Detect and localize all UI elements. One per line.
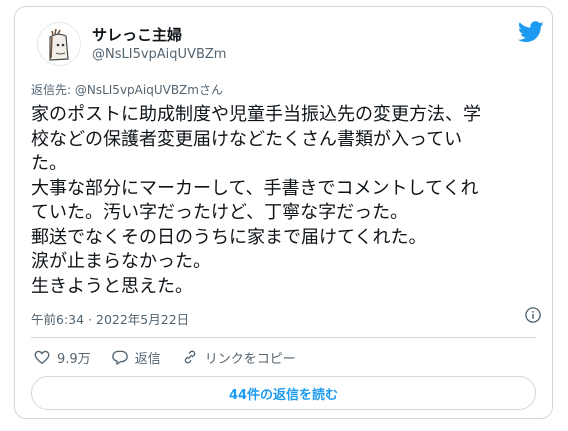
reply-label: 返信 — [134, 351, 161, 367]
like-count: 9.9万 — [57, 351, 91, 367]
avatar[interactable] — [37, 22, 81, 66]
avatar-illustration-icon — [38, 23, 80, 65]
tweet-line: 涙が止まらなかった。 — [31, 251, 211, 272]
tweet-line: ていた。汚い字だったけど、丁寧な字だった。 — [31, 202, 409, 223]
twitter-bird-icon[interactable] — [518, 21, 544, 43]
divider — [31, 337, 536, 338]
display-name[interactable]: サレっこ主婦 — [92, 24, 182, 45]
tweet-text: 家のポストに助成制度や児童手当振込先の変更方法、学 校などの保護者変更届けなどた… — [31, 103, 541, 299]
tweet-line: 郵送でなくその日のうちに家まで届けてくれた。 — [31, 226, 427, 248]
reply-button[interactable]: 返信 — [111, 348, 161, 367]
heart-icon — [34, 350, 50, 365]
reply-icon — [111, 350, 128, 366]
tweet-card: サレっこ主婦 @NsLI5vpAiqUVBZm 返信先: @NsLI5vpAiq… — [14, 6, 553, 419]
copy-link-label: リンクをコピー — [204, 351, 296, 367]
tweet-line: 生きようと思えた。 — [31, 275, 193, 297]
copy-link-button[interactable]: リンクをコピー — [181, 348, 296, 367]
user-handle[interactable]: @NsLI5vpAiqUVBZm — [92, 47, 226, 62]
like-button[interactable]: 9.9万 — [33, 348, 91, 367]
tweet-line: 家のポストに助成制度や児童手当振込先の変更方法、学 — [31, 104, 481, 125]
tweet-line: 校などの保護者変更届けなどたくさん書類が入ってい — [31, 128, 463, 150]
info-icon[interactable] — [524, 306, 542, 324]
link-icon — [184, 350, 195, 364]
tweet-line: 大事な部分にマーカーして、手書きでコメントしてくれ — [31, 177, 479, 199]
action-bar: 9.9万 返信 リンクをコピー — [33, 346, 316, 368]
reply-to-text: 返信先: @NsLI5vpAiqUVBZmさん — [31, 83, 223, 97]
read-replies-button[interactable]: 44件の返信を読む — [31, 376, 536, 410]
tweet-timestamp[interactable]: 午前6:34 · 2022年5月22日 — [31, 309, 189, 328]
tweet-line: た。 — [31, 153, 67, 174]
